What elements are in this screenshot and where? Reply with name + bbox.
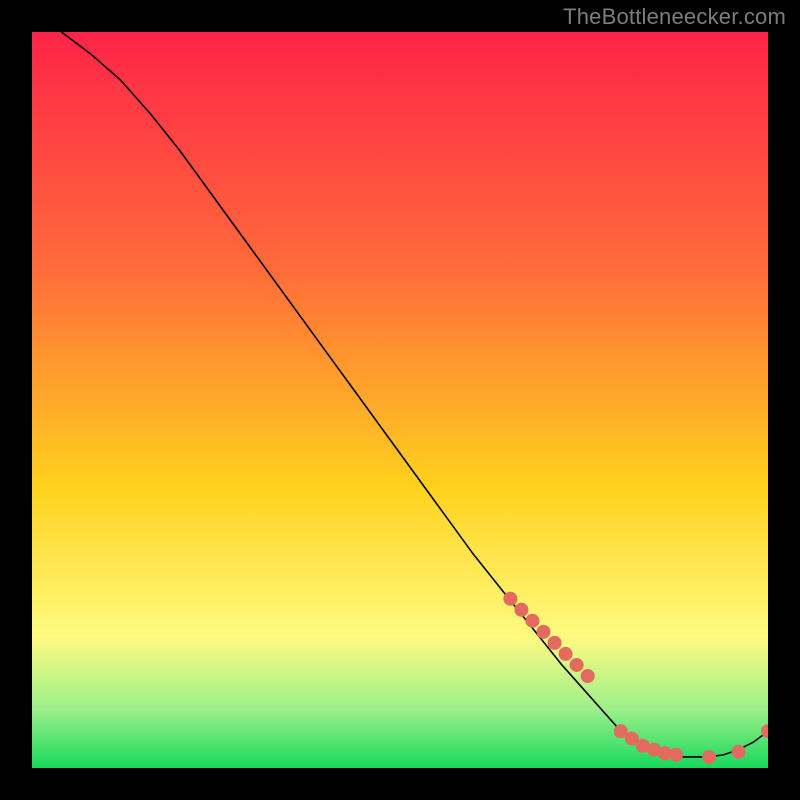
marker-point: [669, 748, 683, 762]
marker-point: [548, 636, 562, 650]
marker-point: [525, 614, 539, 628]
watermark-text: TheBottleneecker.com: [563, 4, 786, 30]
gradient-background: [32, 32, 768, 768]
plot-svg: [32, 32, 768, 768]
marker-point: [514, 603, 528, 617]
plot-area: [32, 32, 768, 768]
marker-point: [581, 669, 595, 683]
marker-point: [570, 658, 584, 672]
marker-point: [503, 592, 517, 606]
marker-point: [732, 745, 746, 759]
marker-point: [537, 625, 551, 639]
chart-frame: TheBottleneecker.com: [0, 0, 800, 800]
marker-point: [559, 647, 573, 661]
marker-point: [702, 750, 716, 764]
